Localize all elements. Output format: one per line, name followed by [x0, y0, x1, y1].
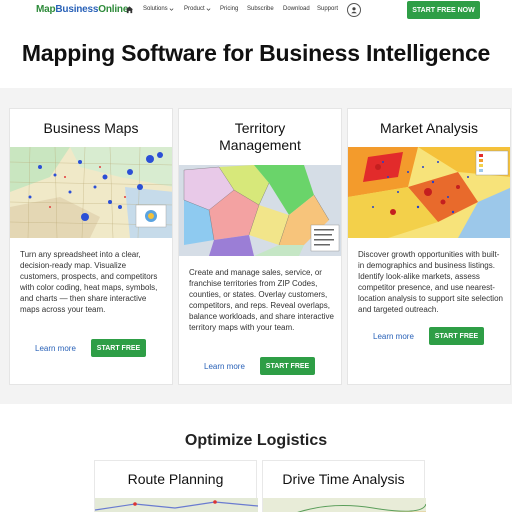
nav-pricing[interactable]: Pricing [220, 6, 238, 12]
user-icon[interactable] [347, 3, 361, 17]
learn-more-link[interactable]: Learn more [35, 344, 76, 353]
nav-product[interactable]: Product [184, 6, 211, 12]
home-icon[interactable] [125, 5, 134, 14]
nav-download[interactable]: Download [283, 6, 310, 12]
top-nav: MapBusinessOnline Solutions Product Pric… [0, 0, 512, 22]
card-description: Turn any spreadsheet into a clear, decis… [20, 250, 158, 314]
card-title: Drive Time Analysis [282, 471, 405, 487]
market-heatmap-image [348, 147, 510, 238]
nav-support[interactable]: Support [317, 6, 338, 12]
route-map-image [94, 498, 259, 512]
card-description: Create and manage sales, service, or fra… [189, 268, 334, 332]
drive-time-map-image [263, 498, 427, 512]
start-free-button[interactable]: START FREE [260, 357, 315, 375]
learn-more-link[interactable]: Learn more [204, 362, 245, 371]
nav-subscribe[interactable]: Subscribe [247, 6, 274, 12]
card-drive-time-analysis: Drive Time Analysis [262, 460, 427, 512]
business-map-image [10, 147, 172, 238]
nav-solutions[interactable]: Solutions [143, 6, 174, 12]
card-territory-management: Territory Management Create and manage s… [178, 108, 342, 385]
chevron-down-icon [169, 7, 174, 11]
logo[interactable]: MapBusinessOnline [36, 4, 128, 15]
card-description: Discover growth opportunities with built… [358, 250, 503, 314]
card-market-analysis: Market Analysis Discover growth opportun… [347, 108, 511, 385]
start-free-now-button[interactable]: START FREE NOW [407, 1, 480, 19]
card-title: Territory Management [219, 120, 301, 153]
card-route-planning: Route Planning [94, 460, 259, 512]
start-free-button[interactable]: START FREE [429, 327, 484, 345]
learn-more-link[interactable]: Learn more [373, 332, 414, 341]
section-title: Optimize Logistics [184, 432, 328, 449]
card-title: Route Planning [127, 471, 224, 487]
card-business-maps: Business Maps Turn any spreadsheet into … [9, 108, 173, 385]
page-title: Mapping Software for Business Intelligen… [21, 40, 491, 66]
territory-map-image [179, 165, 341, 256]
chevron-down-icon [206, 7, 211, 11]
start-free-button[interactable]: START FREE [91, 339, 146, 357]
card-title: Market Analysis [379, 120, 479, 136]
card-title: Business Maps [43, 120, 139, 136]
